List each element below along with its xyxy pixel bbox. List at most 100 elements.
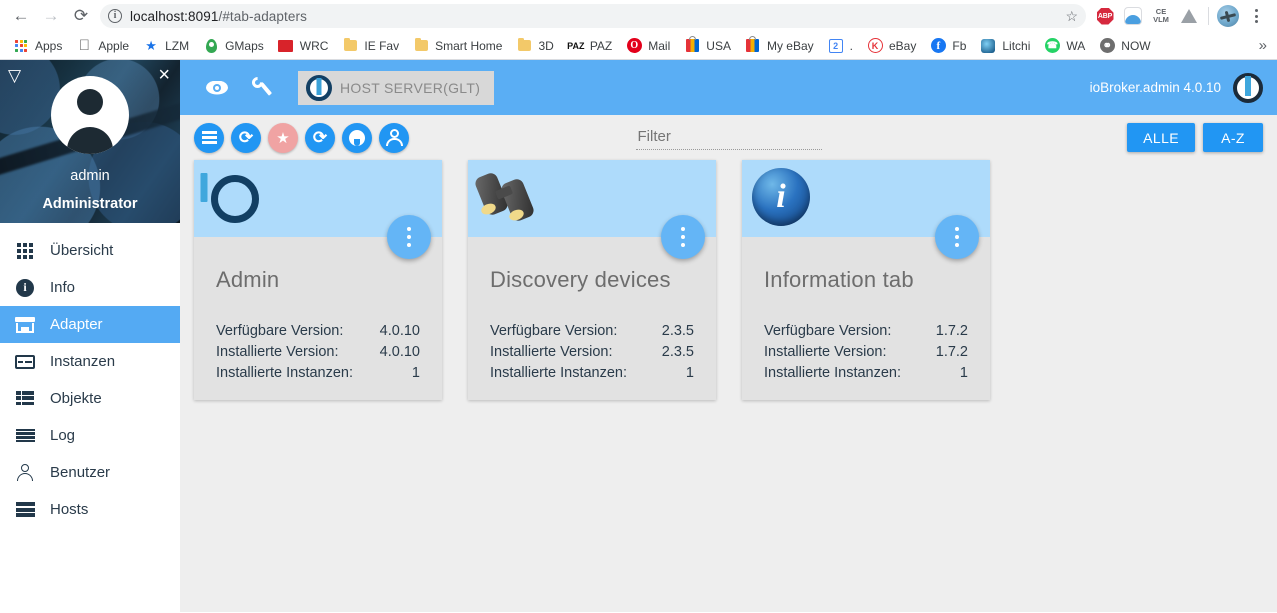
app-bar: HOST SERVER(GLT) ioBroker.admin 4.0.10 — [180, 60, 1277, 115]
meta-value: 4.0.10 — [379, 344, 420, 360]
apps-grid-icon — [13, 38, 29, 54]
toolbar-divider — [1208, 7, 1209, 25]
bookmark-wa[interactable]: ☎ WA — [1037, 35, 1092, 57]
bookmark-now[interactable]: ⚭ NOW — [1092, 35, 1157, 57]
sidebar-item-hosts[interactable]: Hosts — [0, 491, 180, 528]
host-chip-label: HOST SERVER(GLT) — [340, 79, 481, 96]
check-updates-button[interactable]: ⟳ — [305, 122, 335, 153]
adapter-store-icon — [14, 314, 36, 336]
bookmarks-overflow-icon[interactable]: » — [1259, 37, 1271, 54]
iobroker-admin-app: ▽ × admin Administrator Übersicht i Info — [0, 60, 1277, 612]
meta-value: 1 — [959, 365, 968, 381]
forward-arrow-icon[interactable]: → — [36, 2, 66, 30]
chrome-menu-icon[interactable] — [1243, 3, 1269, 29]
sidebar-nav: Übersicht i Info Adapter Instanzen Objek… — [0, 223, 180, 528]
meta-value: 4.0.10 — [379, 323, 420, 339]
bookmark-fb[interactable]: f Fb — [923, 35, 973, 57]
meta-row: Installierte Version: 4.0.10 — [216, 342, 420, 363]
list-icon — [201, 131, 217, 144]
bookmark-label: . — [849, 38, 853, 53]
bookmark-wrc[interactable]: WRC — [271, 35, 336, 57]
card-meta: Verfügbare Version: 1.7.2 Installierte V… — [742, 293, 990, 400]
sidebar-item-instanzen[interactable]: Instanzen — [0, 343, 180, 380]
wrench-icon[interactable] — [240, 65, 286, 111]
bookmark-paz[interactable]: PAZ PAZ — [561, 35, 619, 57]
site-info-icon[interactable]: i — [108, 9, 122, 23]
bookmark-label: Apps — [35, 38, 63, 53]
sidebar-item-info[interactable]: i Info — [0, 269, 180, 306]
developer-adapters-button[interactable] — [379, 122, 409, 153]
meta-value: 2.3.5 — [661, 323, 694, 339]
bookmark-calendar[interactable]: 2 . — [821, 35, 860, 57]
show-all-button[interactable]: ALLE — [1127, 123, 1195, 152]
meta-value: 1 — [685, 365, 694, 381]
folder-icon — [516, 37, 532, 54]
bookmark-label: IE Fav — [364, 38, 400, 53]
bookmark-my-ebay[interactable]: My eBay — [738, 35, 821, 57]
meta-value: 1.7.2 — [935, 323, 968, 339]
bookmark-smart-home[interactable]: Smart Home — [406, 35, 509, 57]
bookmark-3d[interactable]: 3D — [509, 35, 560, 57]
github-install-button[interactable] — [342, 122, 372, 153]
sidebar-username: admin — [70, 168, 110, 184]
sidebar-item-uebersicht[interactable]: Übersicht — [0, 232, 180, 269]
collapse-triangle-icon[interactable]: ▽ — [8, 66, 21, 86]
bookmark-gmaps[interactable]: GMaps — [196, 35, 271, 57]
adapter-card-discovery-devices[interactable]: Discovery devices Verfügbare Version: 2.… — [468, 160, 716, 400]
bookmark-ebay[interactable]: K eBay — [860, 35, 923, 57]
bookmark-star-icon[interactable]: ☆ — [1065, 8, 1078, 25]
bookmark-litchi[interactable]: Litchi — [973, 35, 1037, 57]
sidebar-item-adapter[interactable]: Adapter — [0, 306, 180, 343]
sort-az-button[interactable]: A-Z — [1203, 123, 1263, 152]
bookmark-mail[interactable]: O Mail — [619, 35, 677, 57]
cloud-extension-icon[interactable] — [1120, 3, 1146, 29]
adapter-card-information-tab[interactable]: i Information tab Verfügbare Version: 1.… — [742, 160, 990, 400]
refresh-button[interactable]: ⟳ — [231, 122, 261, 153]
developer-person-icon — [385, 129, 403, 146]
browser-navigation-bar: ← → ⟳ i localhost:8091/#tab-adapters ☆ A… — [0, 0, 1277, 32]
filter-underline — [635, 148, 822, 150]
bookmark-usa[interactable]: USA — [677, 35, 738, 57]
abp-extension-icon[interactable]: ABP — [1092, 3, 1118, 29]
apple-logo-icon:  — [76, 37, 92, 54]
sidebar-item-log[interactable]: Log — [0, 417, 180, 454]
meta-label: Installierte Instanzen: — [216, 365, 354, 381]
bookmark-apps[interactable]: Apps — [6, 35, 69, 57]
iobroker-logo-icon — [306, 74, 332, 101]
search-input[interactable] — [635, 125, 822, 149]
sidebar-item-objekte[interactable]: Objekte — [0, 380, 180, 417]
card-menu-button[interactable] — [661, 215, 705, 259]
adapter-card-admin[interactable]: Admin Verfügbare Version: 4.0.10 Install… — [194, 160, 442, 400]
eye-icon[interactable] — [194, 65, 240, 111]
info-icon: i — [14, 277, 36, 299]
favorites-button[interactable]: ★ — [268, 122, 298, 153]
card-menu-button[interactable] — [387, 215, 431, 259]
bookmark-lzm[interactable]: ★ LZM — [136, 35, 196, 57]
close-icon[interactable]: × — [158, 64, 170, 87]
ce-vlm-extension-icon[interactable]: CE VLM — [1148, 3, 1174, 29]
card-header: i — [742, 160, 990, 259]
card-menu-button[interactable] — [935, 215, 979, 259]
facebook-icon: f — [930, 38, 946, 54]
user-avatar-icon — [51, 76, 129, 154]
sidebar-item-label: Adapter — [50, 316, 103, 333]
meta-label: Verfügbare Version: — [216, 323, 344, 339]
bookmark-ie-fav[interactable]: IE Fav — [335, 35, 406, 57]
profile-avatar[interactable] — [1215, 3, 1241, 29]
bookmark-apple[interactable]:  Apple — [69, 35, 136, 57]
now-globe-icon: ⚭ — [1099, 38, 1115, 54]
meta-row: Verfügbare Version: 4.0.10 — [216, 321, 420, 342]
shopping-bag-icon — [684, 36, 700, 54]
card-meta: Verfügbare Version: 2.3.5 Installierte V… — [468, 293, 716, 400]
sidebar-item-benutzer[interactable]: Benutzer — [0, 454, 180, 491]
host-selector-chip[interactable]: HOST SERVER(GLT) — [298, 70, 495, 105]
address-bar[interactable]: i localhost:8091/#tab-adapters ☆ — [100, 4, 1086, 28]
back-arrow-icon[interactable]: ← — [6, 2, 36, 30]
reload-icon[interactable]: ⟳ — [66, 2, 96, 30]
calendar-icon: 2 — [828, 38, 844, 54]
drive-extension-icon[interactable] — [1176, 3, 1202, 29]
meta-row: Installierte Instanzen: 1 — [216, 363, 420, 384]
meta-label: Installierte Version: — [490, 344, 613, 360]
category-list-button[interactable] — [194, 122, 224, 153]
meta-row: Installierte Version: 2.3.5 — [490, 342, 694, 363]
